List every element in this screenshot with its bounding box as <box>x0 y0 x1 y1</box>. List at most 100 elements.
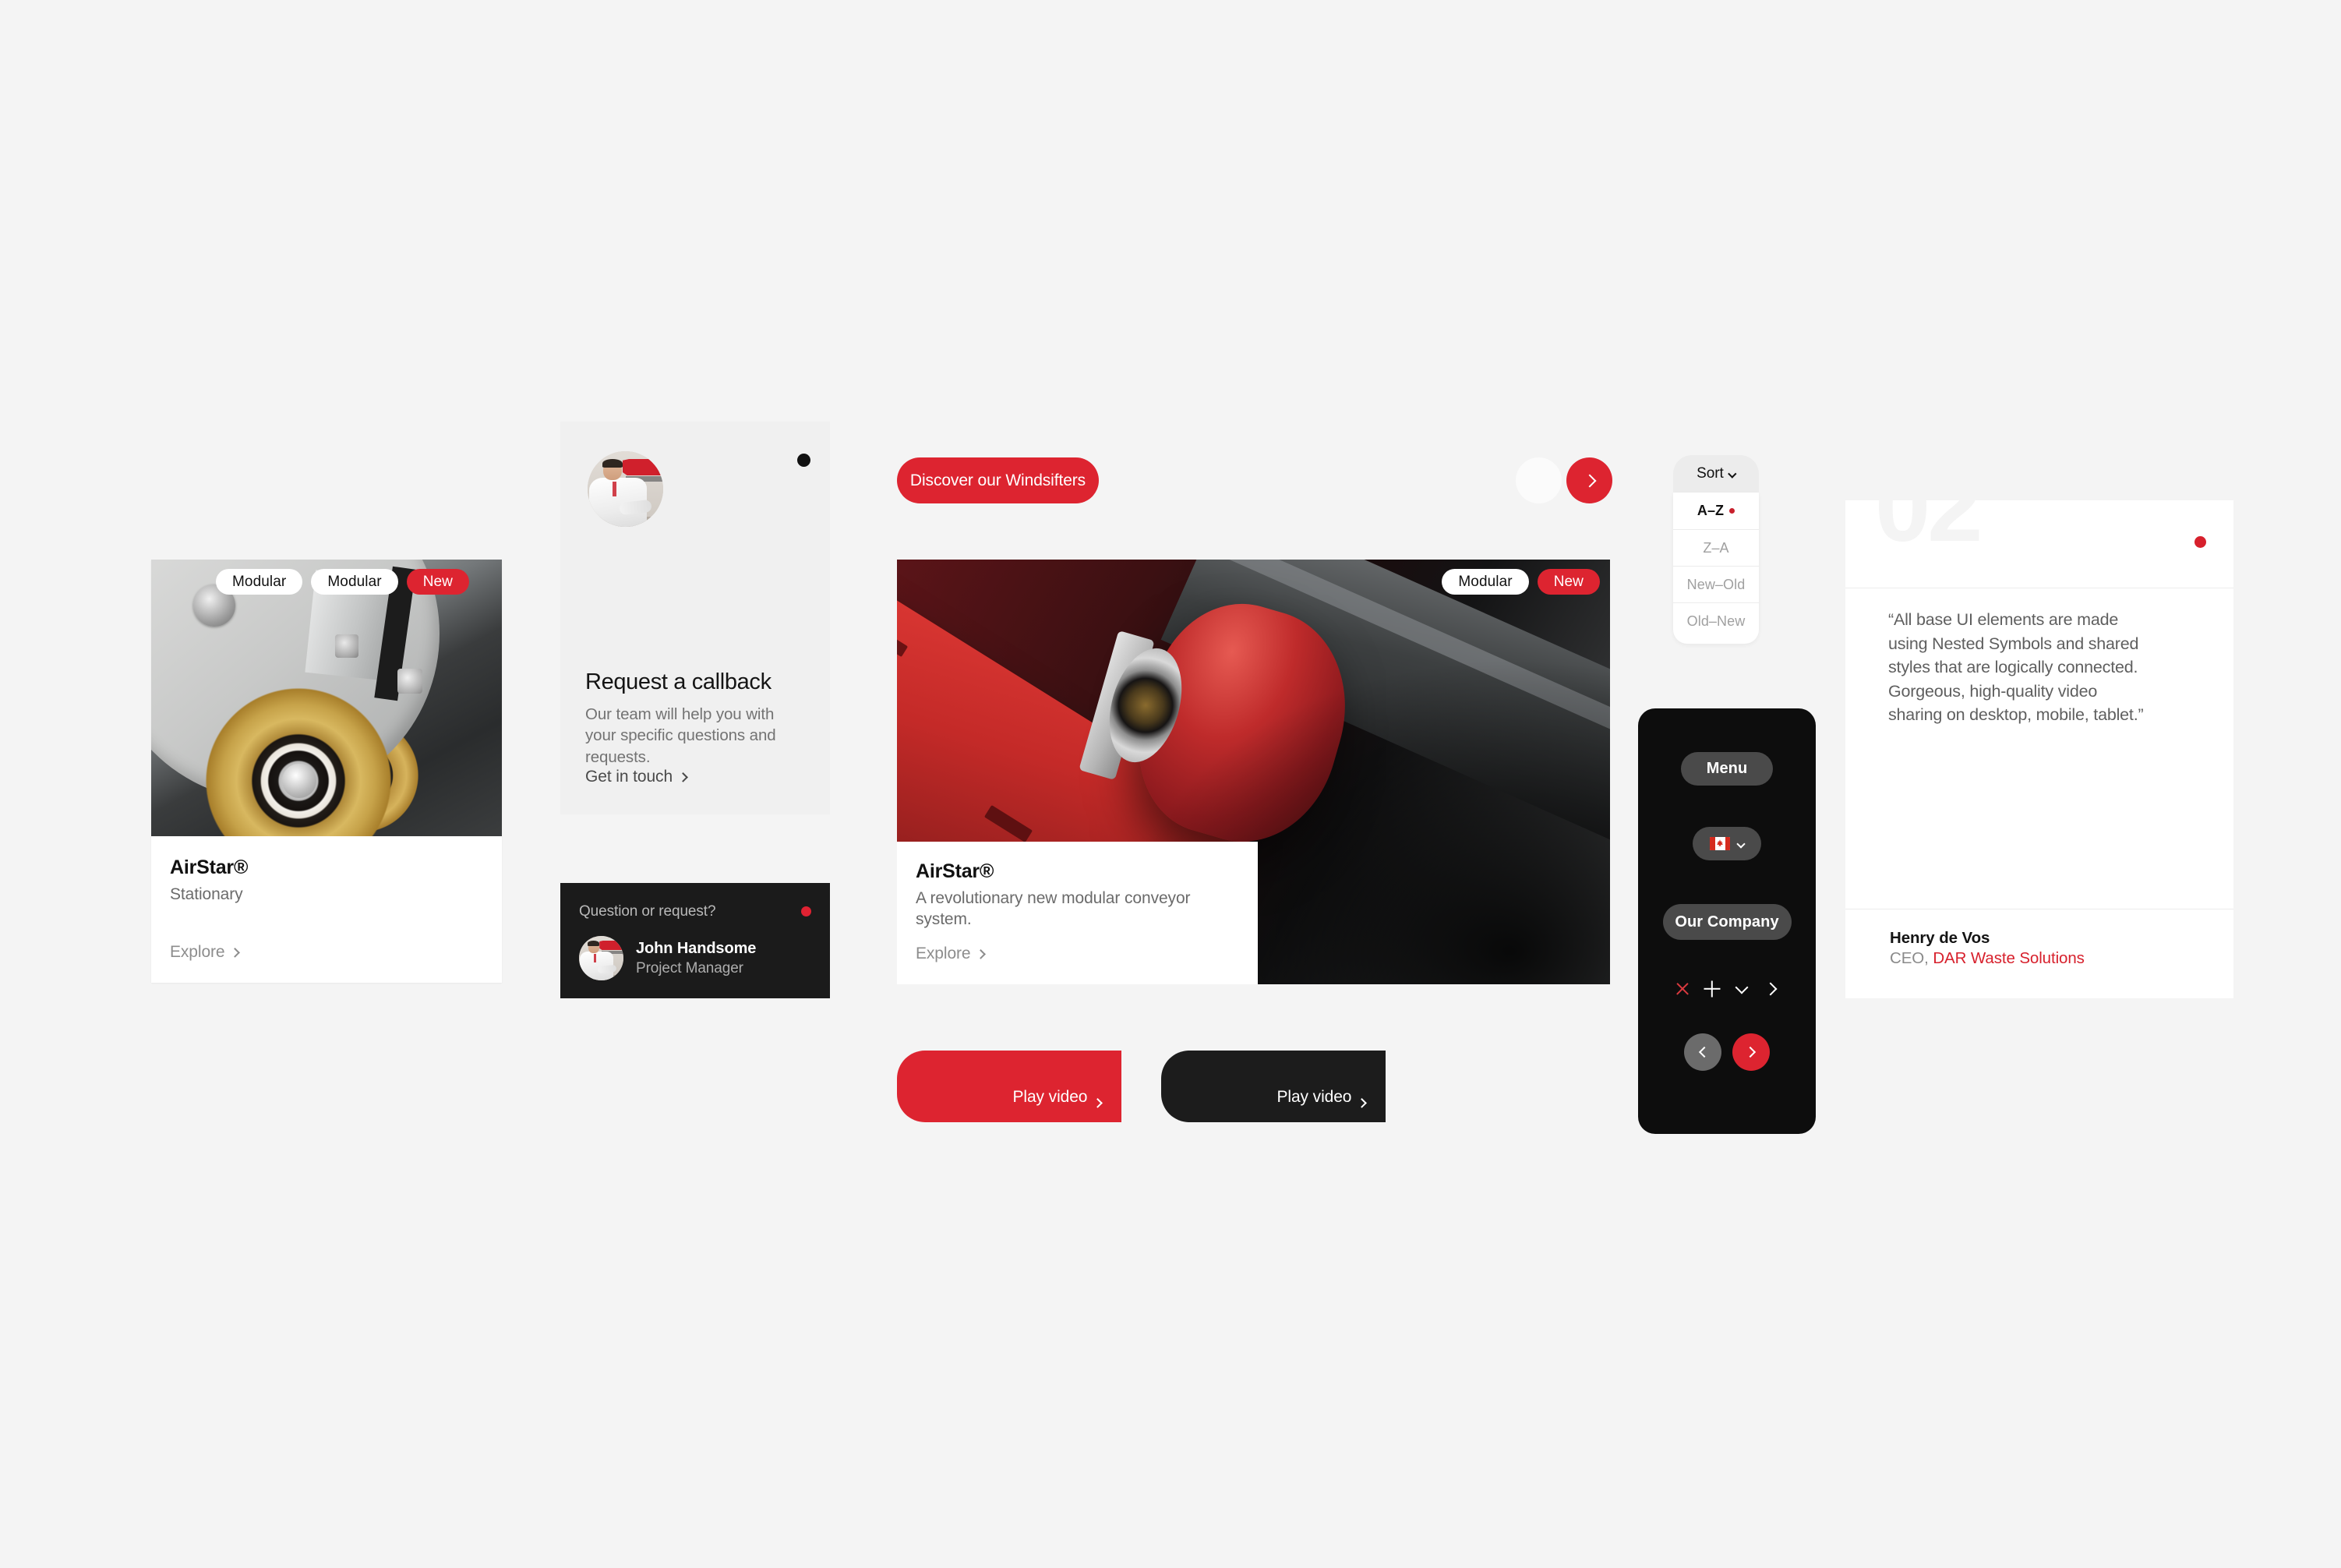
avatar-hair <box>602 458 623 468</box>
testimonial-number: 02 <box>1875 500 1983 563</box>
chevron-down-icon <box>1736 839 1746 849</box>
sort-dropdown: Sort A–Z Z–A New–Old Old–New <box>1673 455 1759 644</box>
company-logo-mark <box>599 940 623 951</box>
chevron-right-icon <box>1357 1098 1367 1108</box>
testimonial-body: “All base UI elements are made using Nes… <box>1845 588 2233 909</box>
testimonial-company: DAR Waste Solutions <box>1933 949 2085 967</box>
badge-modular-2[interactable]: Modular <box>311 569 398 595</box>
get-in-touch-link[interactable]: Get in touch <box>585 768 688 786</box>
product-card-body: AirStar® Stationary <box>151 836 502 906</box>
product-info-panel: AirStar® A revolutionary new modular con… <box>897 842 1258 984</box>
sort-option-za[interactable]: Z–A <box>1673 529 1759 566</box>
design-system-canvas: Modular Modular New AirStar® Stationary … <box>0 0 2341 1568</box>
badge-row: Modular New <box>1442 569 1600 595</box>
sort-option-label: Z–A <box>1703 539 1729 556</box>
chevron-left-icon <box>1698 1046 1710 1058</box>
badge-new[interactable]: New <box>1537 569 1600 595</box>
sort-trigger-button[interactable]: Sort <box>1673 455 1759 493</box>
sort-option-old-new[interactable]: Old–New <box>1673 602 1759 639</box>
carousel-next-button[interactable] <box>1566 457 1612 503</box>
testimonial-header: 02 <box>1845 500 2233 588</box>
chevron-right-icon <box>678 772 688 782</box>
avatar-hair <box>588 940 600 946</box>
avatar <box>579 936 623 980</box>
product-subtitle: A revolutionary new modular conveyor sys… <box>916 889 1191 928</box>
chevron-right-icon <box>1583 474 1596 487</box>
contact-person-card[interactable]: Question or request? John Handsome Proje… <box>560 883 830 998</box>
play-video-label: Play video <box>1276 1088 1352 1106</box>
menu-button[interactable]: Menu <box>1681 752 1773 786</box>
sort-option-label: A–Z <box>1697 503 1725 518</box>
avatar-photo <box>579 936 623 980</box>
chevron-down-icon[interactable] <box>1733 980 1750 998</box>
chevron-right-icon <box>976 948 986 959</box>
testimonial-card: 02 “All base UI elements are made using … <box>1845 500 2233 998</box>
explore-link[interactable]: Explore <box>916 945 986 963</box>
request-callback-card[interactable]: Request a callback Our team will help yo… <box>560 422 830 814</box>
sort-trigger-label: Sort <box>1697 465 1724 482</box>
explore-link-label: Explore <box>170 943 225 961</box>
contact-card-label: Question or request? <box>579 903 716 920</box>
panel-next-button[interactable] <box>1732 1033 1770 1071</box>
nut-detail-1 <box>335 634 358 658</box>
callback-heading: Request a callback <box>585 669 772 694</box>
company-logo-mark <box>622 458 663 476</box>
testimonial-author-role: CEO, DAR Waste Solutions <box>1890 949 2085 968</box>
panel-nav <box>1684 1033 1770 1071</box>
product-card-airstar-stationary[interactable]: Modular Modular New AirStar® Stationary … <box>151 560 502 983</box>
our-company-button[interactable]: Our Company <box>1662 904 1792 940</box>
canada-flag-icon <box>1710 837 1730 850</box>
status-dot <box>801 906 811 916</box>
chevron-down-icon <box>1728 469 1737 479</box>
nut-detail-2 <box>397 669 422 694</box>
callback-description: Our team will help you with your specifi… <box>585 705 776 766</box>
chevron-right-icon <box>1744 1046 1756 1058</box>
play-video-button-primary[interactable]: Play video <box>897 1051 1121 1122</box>
icon-row <box>1674 980 1780 998</box>
badge-modular[interactable]: Modular <box>1442 569 1529 595</box>
plus-icon[interactable] <box>1704 980 1721 998</box>
badge-new[interactable]: New <box>406 569 469 595</box>
explore-link[interactable]: Explore <box>170 943 240 962</box>
get-in-touch-label: Get in touch <box>585 768 673 786</box>
product-image-airstar-stationary: Modular Modular New <box>151 560 502 836</box>
badge-row: Modular Modular New <box>216 569 469 595</box>
avatar-badge <box>613 481 616 497</box>
maple-leaf-icon <box>1716 839 1724 847</box>
discover-windsifters-button[interactable]: Discover our Windsifters <box>897 457 1099 503</box>
product-title: AirStar® <box>916 860 994 882</box>
status-dot <box>2194 536 2206 548</box>
status-dot <box>797 454 810 467</box>
badge-modular-1[interactable]: Modular <box>216 569 303 595</box>
contact-person-name: John Handsome <box>636 939 757 957</box>
testimonial-author-name: Henry de Vos <box>1890 929 1990 947</box>
avatar-photo <box>588 451 663 527</box>
chevron-right-icon[interactable] <box>1763 980 1780 998</box>
testimonial-quote: “All base UI elements are made using Nes… <box>1888 610 2144 725</box>
product-card-body: AirStar® A revolutionary new modular con… <box>897 842 1258 931</box>
sort-option-label: Old–New <box>1686 613 1746 629</box>
product-subtitle: Stationary <box>170 885 243 903</box>
testimonial-role-prefix: CEO, <box>1890 949 1929 967</box>
testimonial-footer: Henry de Vos CEO, DAR Waste Solutions <box>1845 909 2233 998</box>
sort-option-label: New–Old <box>1686 576 1746 592</box>
close-icon[interactable] <box>1674 980 1691 998</box>
mobile-controls-panel: Menu Our Company <box>1638 708 1816 1134</box>
language-selector[interactable] <box>1693 827 1761 860</box>
product-card-airstar-conveyor[interactable]: Modular New AirStar® A revolutionary new… <box>897 560 1610 984</box>
contact-person: John Handsome Project Manager <box>579 936 756 980</box>
sort-option-new-old[interactable]: New–Old <box>1673 566 1759 602</box>
play-video-label: Play video <box>1012 1088 1088 1106</box>
carousel-prev-button[interactable] <box>1516 457 1562 503</box>
avatar-badge <box>593 953 596 963</box>
explore-link-label: Explore <box>916 945 971 962</box>
chevron-right-icon <box>230 947 240 958</box>
sort-menu: A–Z Z–A New–Old Old–New <box>1673 493 1759 644</box>
contact-person-role: Project Manager <box>636 959 743 976</box>
product-title: AirStar® <box>170 856 249 878</box>
panel-prev-button[interactable] <box>1684 1033 1721 1071</box>
selected-marker-icon <box>1729 508 1735 514</box>
sort-option-az[interactable]: A–Z <box>1673 493 1759 529</box>
play-video-button-secondary[interactable]: Play video <box>1161 1051 1386 1122</box>
center-screw-detail <box>282 764 316 798</box>
